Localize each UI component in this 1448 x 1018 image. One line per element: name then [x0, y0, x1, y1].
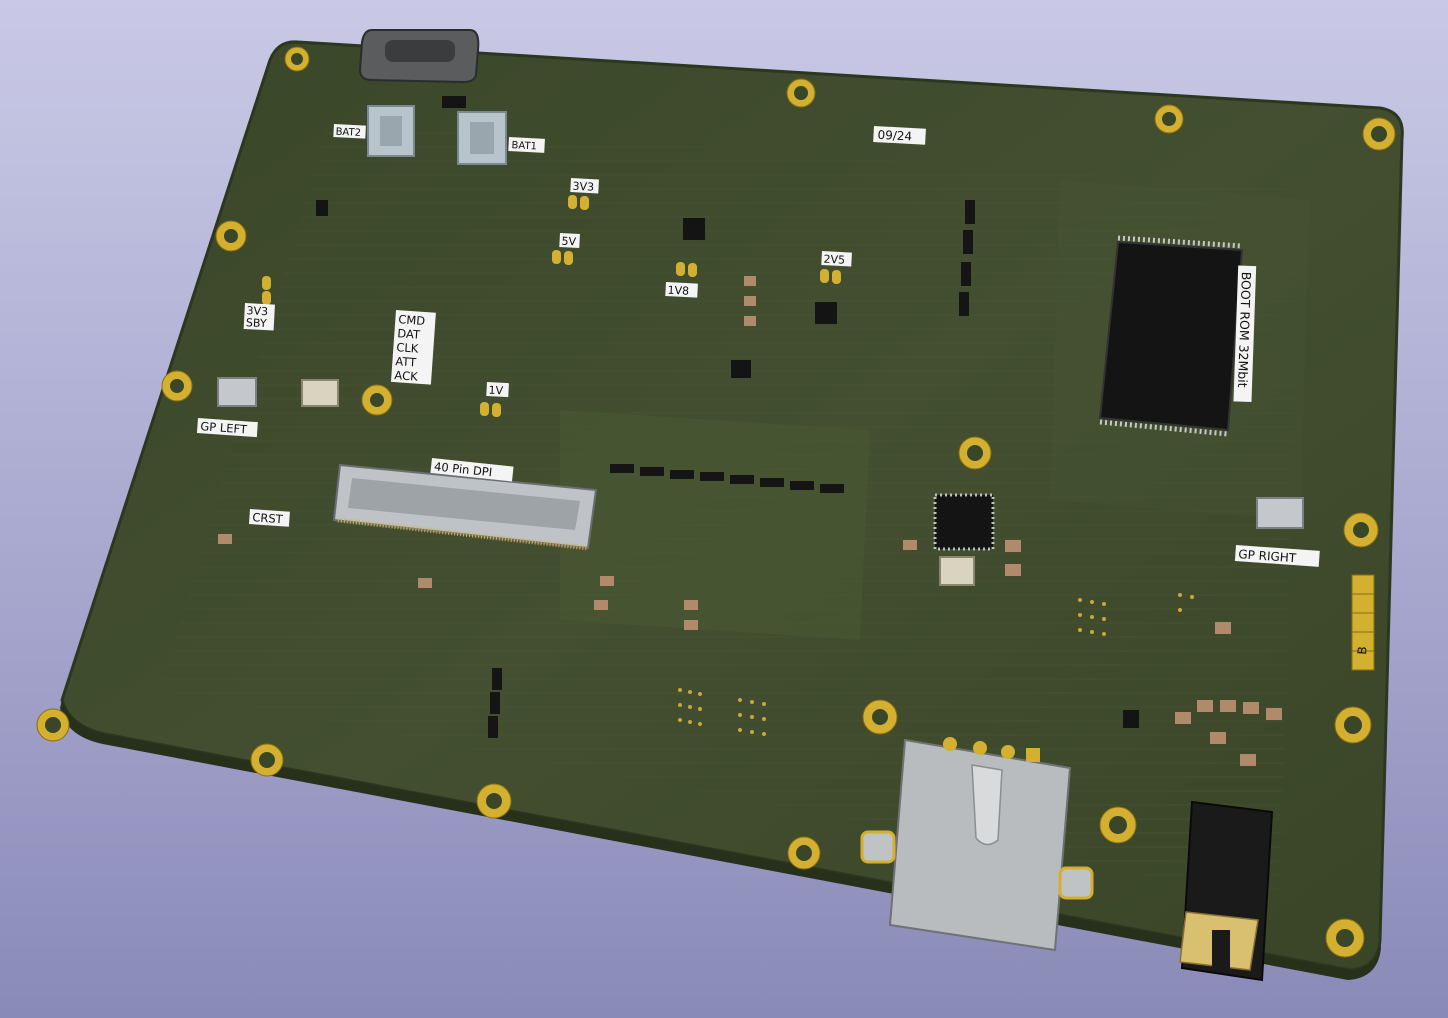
- battery-connector-bat1: [457, 111, 507, 165]
- label-2v5: 2V5: [823, 253, 845, 267]
- battery-connector-bat2: [367, 105, 415, 157]
- pcb-3d-render: 09/24 BAT2 BAT1 3V3 5V 1V8 2V5 1V 3V3 SB…: [36, 29, 1404, 982]
- audio-jack: [1179, 800, 1274, 982]
- qfp-chip: [933, 493, 995, 551]
- label-5v: 5V: [561, 235, 577, 249]
- label-1v8: 1V8: [667, 284, 689, 298]
- label-side-b: B: [1355, 646, 1370, 655]
- label-clk: CLK: [396, 340, 419, 356]
- usb-c-connector: [358, 29, 480, 84]
- boot-rom-chip: [1098, 235, 1244, 437]
- label-att: ATT: [395, 354, 418, 369]
- label-1v: 1V: [488, 384, 504, 398]
- label-bat1: BAT1: [511, 140, 537, 152]
- edge-test-pads: [1351, 574, 1375, 671]
- gp-left-connector: [217, 377, 257, 407]
- label-3v3-sby-line2: SBY: [246, 316, 268, 330]
- label-date: 09/24: [877, 128, 912, 144]
- gp-right-connector: [1256, 497, 1304, 529]
- label-ack: ACK: [394, 368, 419, 384]
- label-3v3: 3V3: [572, 180, 594, 194]
- label-bat2: BAT2: [335, 127, 361, 139]
- label-crst: CRST: [252, 510, 284, 526]
